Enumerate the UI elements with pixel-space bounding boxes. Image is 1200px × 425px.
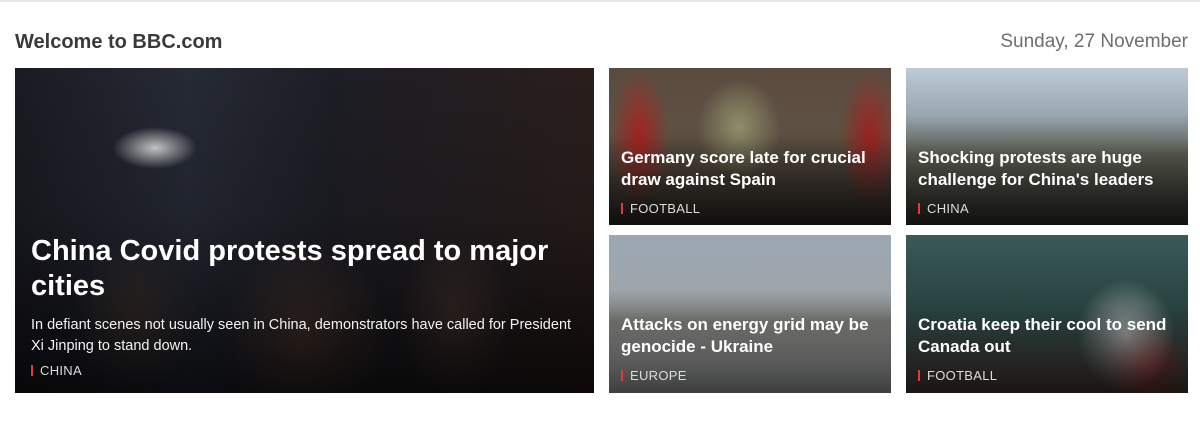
story-summary: In defiant scenes not usually seen in Ch… [31,317,572,354]
story-tag[interactable]: CHINA [918,201,969,216]
story-tag-label: CHINA [40,363,82,378]
story-tag[interactable]: EUROPE [621,368,687,383]
top-divider [0,0,1200,2]
story-tag-label: EUROPE [630,368,687,383]
story-card-croatia[interactable]: Croatia keep their cool to send Canada o… [906,235,1188,393]
story-tag[interactable]: CHINA [31,363,82,378]
story-tag-label: FOOTBALL [927,368,998,383]
main-story-card[interactable]: China Covid protests spread to major cit… [15,68,594,393]
tag-marker-icon [918,370,920,381]
story-card-ukraine[interactable]: Attacks on energy grid may be genocide -… [609,235,891,393]
story-tag-label: CHINA [927,201,969,216]
story-tag-label: FOOTBALL [630,201,701,216]
story-headline[interactable]: Germany score late for crucial draw agai… [621,147,891,191]
story-tag[interactable]: FOOTBALL [621,201,700,216]
tag-marker-icon [621,203,623,214]
story-headline[interactable]: China Covid protests spread to major cit… [31,234,576,304]
story-tag[interactable]: FOOTBALL [918,368,997,383]
story-card-china-protests[interactable]: Shocking protests are huge challenge for… [906,68,1188,225]
story-headline[interactable]: Attacks on energy grid may be genocide -… [621,314,891,358]
current-date: Sunday, 27 November [1000,31,1188,52]
story-card-germany[interactable]: Germany score late for crucial draw agai… [609,68,891,225]
tag-marker-icon [621,370,623,381]
tag-marker-icon [918,203,920,214]
page-header: Welcome to BBC.com Sunday, 27 November [15,31,1188,55]
story-headline[interactable]: Croatia keep their cool to send Canada o… [918,314,1188,358]
story-headline[interactable]: Shocking protests are huge challenge for… [918,147,1188,191]
welcome-title: Welcome to BBC.com [15,31,223,53]
tag-marker-icon [31,365,33,376]
